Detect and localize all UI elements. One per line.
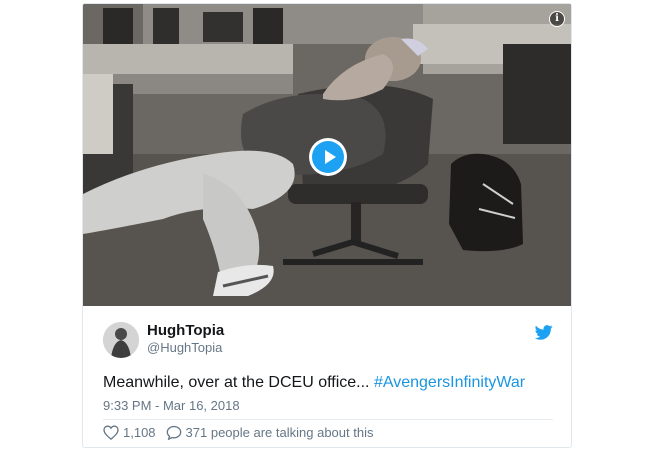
twitter-bird-icon[interactable] [535,325,553,340]
play-button[interactable] [309,138,347,176]
info-icon[interactable]: i [549,11,565,27]
tweet-card: i HughTopia @HughTopia Meanwhile, over a… [82,3,572,448]
heart-icon [103,425,119,440]
video-media[interactable]: i [83,4,571,306]
reply-button[interactable]: 371 people are talking about this [166,425,374,440]
tweet-text-body: Meanwhile, over at the DCEU office... [103,374,374,391]
avatar[interactable] [103,322,139,358]
like-count: 1,108 [123,425,156,440]
tweet-timestamp[interactable]: 9:33 PM - Mar 16, 2018 [103,398,240,413]
tweet-actions: 1,108 371 people are talking about this [103,425,373,440]
reply-bubble-icon [166,425,181,440]
author-name[interactable]: HughTopia [147,322,224,339]
hashtag-link[interactable]: #AvengersInfinityWar [374,374,525,391]
talking-count: 371 people are talking about this [185,425,374,440]
play-icon [312,141,344,173]
divider [103,419,553,420]
author-handle[interactable]: @HughTopia [147,340,222,355]
tweet-text: Meanwhile, over at the DCEU office... #A… [103,374,525,392]
like-button[interactable]: 1,108 [103,425,156,440]
